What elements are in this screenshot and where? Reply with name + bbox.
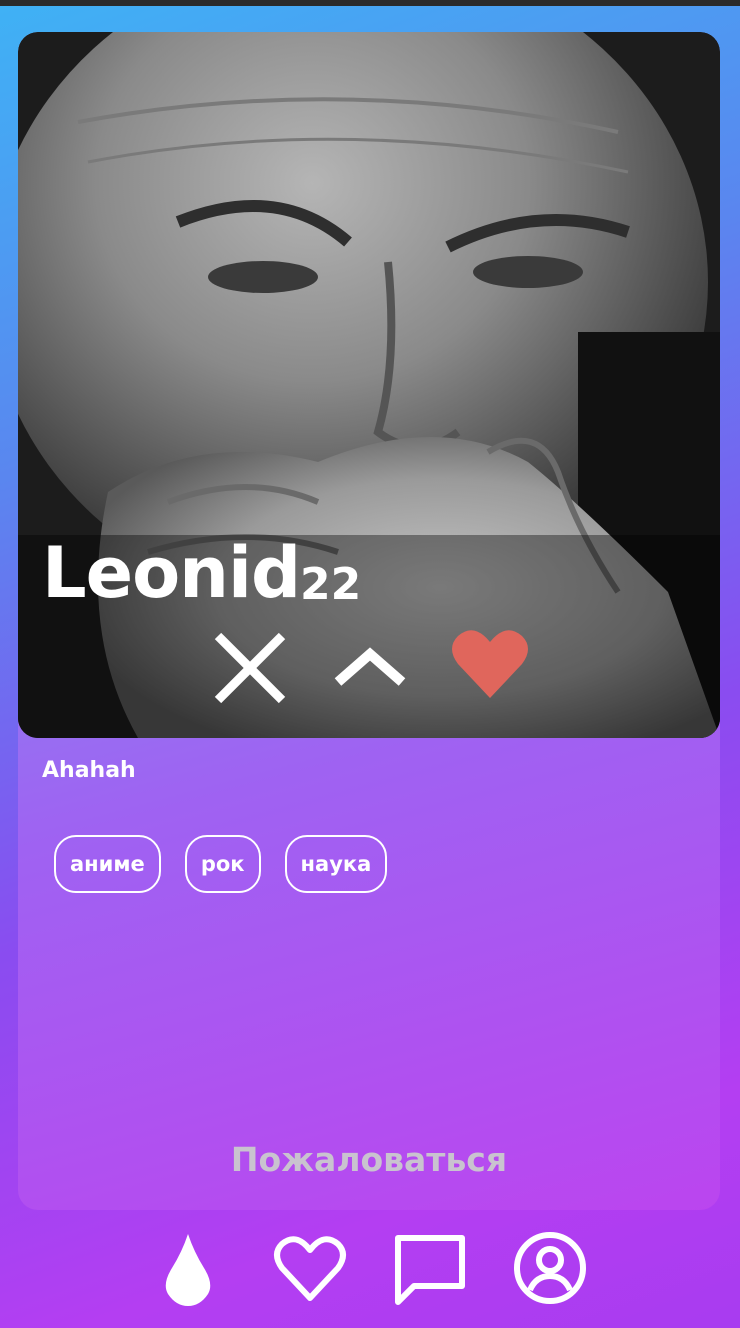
nav-item-feed[interactable] <box>148 1228 228 1308</box>
heart-icon <box>452 630 528 698</box>
interest-tags: аниме рок наука <box>54 835 388 893</box>
like-button[interactable] <box>450 624 530 704</box>
report-button[interactable]: Пожаловаться <box>18 1140 720 1179</box>
nav-item-profile[interactable] <box>510 1228 590 1308</box>
expand-profile-button[interactable] <box>330 632 410 702</box>
reject-button[interactable] <box>210 628 290 708</box>
interest-tag: наука <box>284 835 388 893</box>
profile-name: Leonid <box>42 532 301 614</box>
nav-item-likes[interactable] <box>270 1228 350 1308</box>
nav-item-chat[interactable] <box>390 1228 470 1308</box>
profile-age: 22 <box>300 559 362 610</box>
chevron-up-icon <box>334 647 406 686</box>
drop-icon <box>165 1234 211 1306</box>
heart-outline-icon <box>274 1236 346 1301</box>
user-circle-icon <box>514 1232 586 1304</box>
profile-card[interactable]: Leonid 22 Ahahah аниме рок наука Пожалов… <box>18 32 720 1210</box>
close-icon <box>214 632 286 704</box>
interest-tag: рок <box>184 835 261 893</box>
window-top-strip <box>0 0 740 6</box>
interest-tag: аниме <box>54 835 161 893</box>
profile-bio: Ahahah <box>42 758 136 783</box>
chat-icon <box>395 1235 465 1305</box>
bottom-navigation <box>0 1228 740 1318</box>
